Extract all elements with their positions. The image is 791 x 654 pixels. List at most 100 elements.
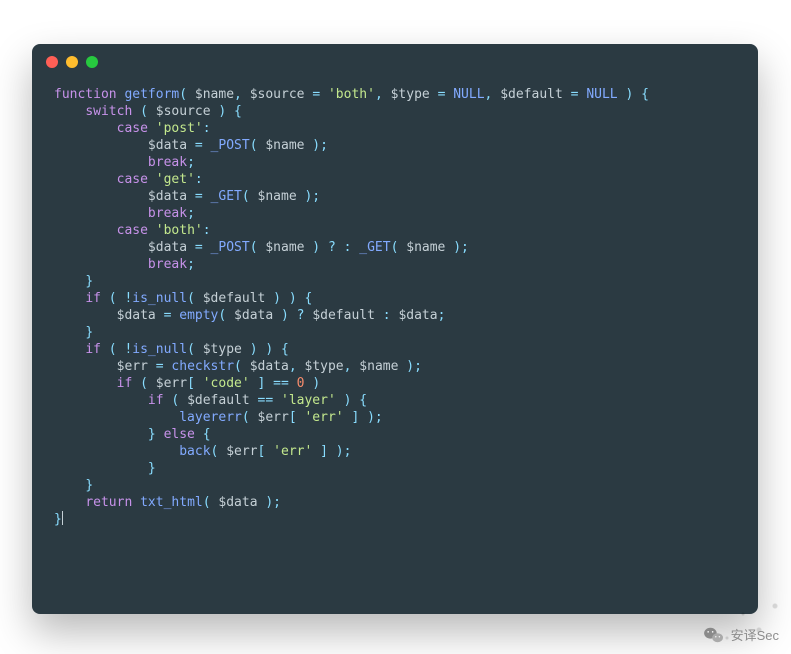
code-token: getform — [124, 87, 179, 102]
code-token — [54, 274, 85, 289]
code-token: if — [85, 342, 101, 357]
code-line: function getform( $name, $source = 'both… — [54, 86, 736, 103]
code-token: $data — [398, 308, 437, 323]
minimize-icon[interactable] — [66, 56, 78, 68]
code-token: $type — [391, 87, 430, 102]
code-token: ] == — [250, 376, 297, 391]
code-token: $name — [265, 138, 304, 153]
code-token: ); — [297, 189, 320, 204]
code-line: layererr( $err[ 'err' ] ); — [54, 409, 736, 426]
close-icon[interactable] — [46, 56, 58, 68]
code-line: if ( $err[ 'code' ] == 0 ) — [54, 375, 736, 392]
code-token: , — [375, 87, 391, 102]
code-token: ); — [258, 495, 281, 510]
code-token: 'both' — [328, 87, 375, 102]
code-token: _POST — [211, 240, 250, 255]
wechat-icon — [703, 626, 725, 644]
code-token: ; — [187, 206, 195, 221]
code-token: is_null — [132, 342, 187, 357]
code-token — [54, 495, 85, 510]
code-token: else — [164, 427, 195, 442]
code-token: ( — [187, 291, 203, 306]
code-token: ] ); — [344, 410, 383, 425]
code-token: = — [156, 308, 179, 323]
code-token: = — [187, 240, 210, 255]
code-line: $data = _POST( $name ); — [54, 137, 736, 154]
code-token — [54, 342, 85, 357]
code-token: ) ? : — [304, 240, 359, 255]
text-cursor — [62, 511, 63, 525]
code-token: 'code' — [203, 376, 250, 391]
code-token: : — [375, 308, 398, 323]
code-token: ; — [187, 257, 195, 272]
code-token: ( — [391, 240, 407, 255]
window-titlebar — [32, 44, 758, 80]
code-token — [132, 495, 140, 510]
code-token: layererr — [179, 410, 242, 425]
code-token: } — [54, 512, 62, 527]
code-token: , — [485, 87, 501, 102]
code-token — [54, 461, 148, 476]
code-token — [54, 104, 85, 119]
code-token: ( — [242, 410, 258, 425]
code-token: ) ) { — [265, 291, 312, 306]
code-token: } — [85, 325, 93, 340]
code-token — [54, 427, 148, 442]
code-token: if — [85, 291, 101, 306]
code-token: if — [148, 393, 164, 408]
code-line: break; — [54, 154, 736, 171]
code-line: } — [54, 460, 736, 477]
code-token: $default — [187, 393, 250, 408]
code-token: = — [563, 87, 586, 102]
code-token: ( — [218, 308, 234, 323]
code-token: 'post' — [156, 121, 203, 136]
zoom-icon[interactable] — [86, 56, 98, 68]
code-line: if ( !is_null( $type ) ) { — [54, 341, 736, 358]
code-token: $default — [312, 308, 375, 323]
code-line: $data = _POST( $name ) ? : _GET( $name )… — [54, 239, 736, 256]
code-token — [54, 121, 117, 136]
code-line: break; — [54, 205, 736, 222]
code-token — [54, 444, 179, 459]
code-token: = — [430, 87, 453, 102]
code-token: case — [117, 172, 148, 187]
code-token — [54, 291, 85, 306]
code-token — [54, 393, 148, 408]
code-token: ( — [101, 342, 124, 357]
code-token: 'err' — [304, 410, 343, 425]
code-token: = — [305, 87, 328, 102]
code-token: ( — [250, 240, 266, 255]
code-token — [54, 240, 148, 255]
code-token: break — [148, 155, 187, 170]
code-token: $data — [148, 138, 187, 153]
code-line: return txt_html( $data ); — [54, 494, 736, 511]
code-token: ; — [438, 308, 446, 323]
code-token — [54, 206, 148, 221]
code-token: case — [117, 223, 148, 238]
code-token: ( — [242, 189, 258, 204]
code-token: ) { — [618, 87, 649, 102]
watermark-text: 安译Sec — [731, 625, 779, 644]
code-line: break; — [54, 256, 736, 273]
code-token: ( — [132, 104, 155, 119]
code-token: = — [148, 359, 171, 374]
code-line: } else { — [54, 426, 736, 443]
code-token: } — [85, 478, 93, 493]
code-token: $err — [258, 410, 289, 425]
code-window: function getform( $name, $source = 'both… — [32, 44, 758, 614]
code-line: case 'both': — [54, 222, 736, 239]
code-token: ] ); — [312, 444, 351, 459]
code-token: ( — [203, 495, 219, 510]
code-token: [ — [187, 376, 203, 391]
code-token: $data — [148, 189, 187, 204]
code-token: } — [148, 427, 164, 442]
code-token: ); — [304, 138, 327, 153]
code-token: $name — [258, 189, 297, 204]
code-token: _POST — [211, 138, 250, 153]
code-token: [ — [258, 444, 274, 459]
code-token: { — [195, 427, 211, 442]
code-token: ); — [398, 359, 421, 374]
code-token: 'layer' — [281, 393, 336, 408]
code-token: $name — [195, 87, 234, 102]
code-token: ) ? — [273, 308, 312, 323]
